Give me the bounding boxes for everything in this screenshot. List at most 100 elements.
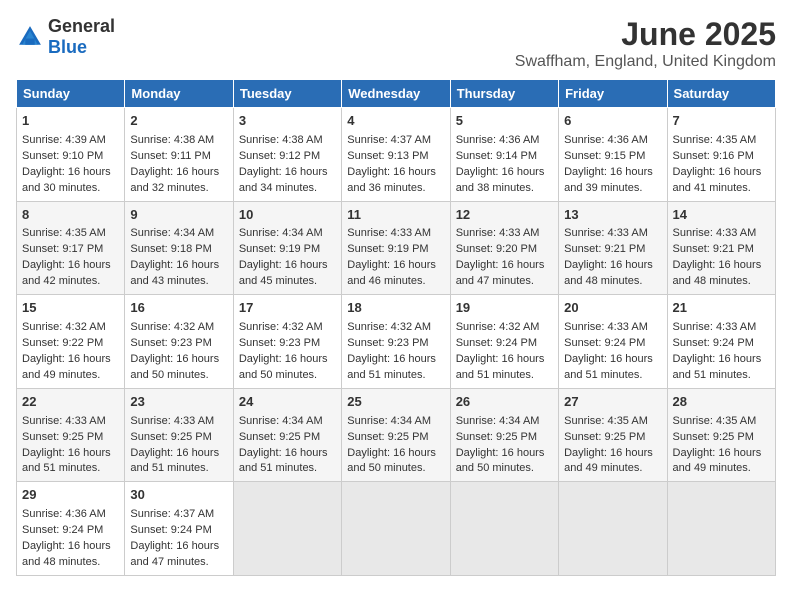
day-number: 12 <box>456 206 553 225</box>
page-header: General Blue June 2025 Swaffham, England… <box>16 16 776 71</box>
day-info-line: Sunrise: 4:32 AM <box>130 320 227 336</box>
day-info-line: and 51 minutes. <box>564 368 661 384</box>
day-info-line: Sunset: 9:24 PM <box>22 523 119 539</box>
day-info-line: Daylight: 16 hours <box>673 352 770 368</box>
day-info-line: Sunrise: 4:36 AM <box>456 133 553 149</box>
calendar-cell: 19Sunrise: 4:32 AMSunset: 9:24 PMDayligh… <box>450 295 558 389</box>
day-info-line: Sunrise: 4:36 AM <box>564 133 661 149</box>
day-info-line: Sunrise: 4:33 AM <box>456 226 553 242</box>
day-number: 2 <box>130 112 227 131</box>
day-number: 24 <box>239 393 336 412</box>
day-info-line: Sunset: 9:23 PM <box>239 336 336 352</box>
day-info-line: Sunset: 9:25 PM <box>564 430 661 446</box>
day-number: 22 <box>22 393 119 412</box>
calendar-cell <box>559 482 667 576</box>
day-info-line: Daylight: 16 hours <box>22 258 119 274</box>
day-info-line: Sunrise: 4:33 AM <box>564 320 661 336</box>
day-info-line: Sunrise: 4:33 AM <box>130 414 227 430</box>
calendar-cell: 30Sunrise: 4:37 AMSunset: 9:24 PMDayligh… <box>125 482 233 576</box>
calendar-cell: 2Sunrise: 4:38 AMSunset: 9:11 PMDaylight… <box>125 108 233 202</box>
calendar-title: June 2025 <box>515 16 776 53</box>
calendar-cell: 3 Sunrise: 4:38 AMSunset: 9:12 PMDaylight… <box>233 108 341 202</box>
day-info-line: and 47 minutes. <box>130 555 227 571</box>
day-info-line: Sunset: 9:23 PM <box>130 336 227 352</box>
day-info-line: Sunset: 9:23 PM <box>347 336 444 352</box>
day-info-line: Daylight: 16 hours <box>347 446 444 462</box>
calendar-cell: 21Sunrise: 4:33 AMSunset: 9:24 PMDayligh… <box>667 295 775 389</box>
day-info-line: Sunset: 9:12 PM <box>239 149 336 165</box>
day-info-line: Sunset: 9:14 PM <box>456 149 553 165</box>
day-info-line: Sunrise: 4:35 AM <box>564 414 661 430</box>
day-info-line: Sunrise: 4:32 AM <box>456 320 553 336</box>
calendar-cell <box>450 482 558 576</box>
calendar-week-3: 15Sunrise: 4:32 AMSunset: 9:22 PMDayligh… <box>17 295 776 389</box>
day-info-line: Sunrise: 4:33 AM <box>564 226 661 242</box>
calendar-cell: 10Sunrise: 4:34 AMSunset: 9:19 PMDayligh… <box>233 201 341 295</box>
day-info-line: Sunrise: 4:33 AM <box>347 226 444 242</box>
day-info-line: and 51 minutes. <box>22 461 119 477</box>
calendar-subtitle: Swaffham, England, United Kingdom <box>515 53 776 71</box>
day-info-line: Sunset: 9:24 PM <box>673 336 770 352</box>
day-info-line: Daylight: 16 hours <box>456 352 553 368</box>
calendar-cell: 8Sunrise: 4:35 AMSunset: 9:17 PMDaylight… <box>17 201 125 295</box>
calendar-cell: 11Sunrise: 4:33 AMSunset: 9:19 PMDayligh… <box>342 201 450 295</box>
day-info-line: Sunrise: 4:33 AM <box>673 226 770 242</box>
day-info-line: Sunset: 9:25 PM <box>239 430 336 446</box>
calendar-cell: 29Sunrise: 4:36 AMSunset: 9:24 PMDayligh… <box>17 482 125 576</box>
title-block: June 2025 Swaffham, England, United King… <box>515 16 776 71</box>
day-info-line: Daylight: 16 hours <box>22 539 119 555</box>
day-info-line: and 48 minutes. <box>673 274 770 290</box>
day-info-line: and 50 minutes. <box>130 368 227 384</box>
day-info-line: Daylight: 16 hours <box>564 165 661 181</box>
day-number: 23 <box>130 393 227 412</box>
day-info-line: Sunrise: 4:34 AM <box>239 226 336 242</box>
day-info-line: and 48 minutes. <box>22 555 119 571</box>
day-info-line: Daylight: 16 hours <box>239 352 336 368</box>
calendar-cell: 17Sunrise: 4:32 AMSunset: 9:23 PMDayligh… <box>233 295 341 389</box>
logo-text-general: General <box>48 16 115 36</box>
day-info-line: Daylight: 16 hours <box>130 165 227 181</box>
day-number: 25 <box>347 393 444 412</box>
calendar-week-4: 22Sunrise: 4:33 AMSunset: 9:25 PMDayligh… <box>17 388 776 482</box>
day-header-tuesday: Tuesday <box>233 80 341 108</box>
day-number: 3 <box>239 112 336 131</box>
day-number: 14 <box>673 206 770 225</box>
day-info-line: Sunset: 9:11 PM <box>130 149 227 165</box>
day-info-line: Sunrise: 4:35 AM <box>673 414 770 430</box>
day-info-line: and 39 minutes. <box>564 181 661 197</box>
day-info-line: Daylight: 16 hours <box>130 352 227 368</box>
calendar-cell: 1Sunrise: 4:39 AMSunset: 9:10 PMDaylight… <box>17 108 125 202</box>
calendar-cell: 9Sunrise: 4:34 AMSunset: 9:18 PMDaylight… <box>125 201 233 295</box>
calendar-cell: 13Sunrise: 4:33 AMSunset: 9:21 PMDayligh… <box>559 201 667 295</box>
day-info-line: Sunset: 9:24 PM <box>130 523 227 539</box>
day-info-line: and 41 minutes. <box>673 181 770 197</box>
day-number: 8 <box>22 206 119 225</box>
day-info-line: Sunrise: 4:32 AM <box>347 320 444 336</box>
day-info-line: Sunset: 9:20 PM <box>456 242 553 258</box>
day-number: 27 <box>564 393 661 412</box>
calendar-week-5: 29Sunrise: 4:36 AMSunset: 9:24 PMDayligh… <box>17 482 776 576</box>
day-info-line: Sunrise: 4:37 AM <box>130 507 227 523</box>
day-header-friday: Friday <box>559 80 667 108</box>
day-info-line: Sunset: 9:25 PM <box>130 430 227 446</box>
calendar-cell: 6 Sunrise: 4:36 AMSunset: 9:15 PMDaylight… <box>559 108 667 202</box>
day-info-line: Sunset: 9:25 PM <box>347 430 444 446</box>
day-header-thursday: Thursday <box>450 80 558 108</box>
day-info-line: Daylight: 16 hours <box>130 539 227 555</box>
day-header-wednesday: Wednesday <box>342 80 450 108</box>
day-info-line: Sunset: 9:15 PM <box>564 149 661 165</box>
day-number: 6 <box>564 112 661 131</box>
day-info-line: Daylight: 16 hours <box>239 165 336 181</box>
day-info-line: Daylight: 16 hours <box>239 446 336 462</box>
day-info-line: and 42 minutes. <box>22 274 119 290</box>
day-info-line: Daylight: 16 hours <box>130 446 227 462</box>
day-info-line: Daylight: 16 hours <box>564 352 661 368</box>
day-number: 15 <box>22 299 119 318</box>
day-info-line: Sunrise: 4:38 AM <box>239 133 336 149</box>
day-number: 1 <box>22 112 119 131</box>
day-number: 26 <box>456 393 553 412</box>
day-info-line: Sunset: 9:25 PM <box>22 430 119 446</box>
day-info-line: Daylight: 16 hours <box>130 258 227 274</box>
calendar-cell: 27Sunrise: 4:35 AMSunset: 9:25 PMDayligh… <box>559 388 667 482</box>
day-info-line: and 48 minutes. <box>564 274 661 290</box>
